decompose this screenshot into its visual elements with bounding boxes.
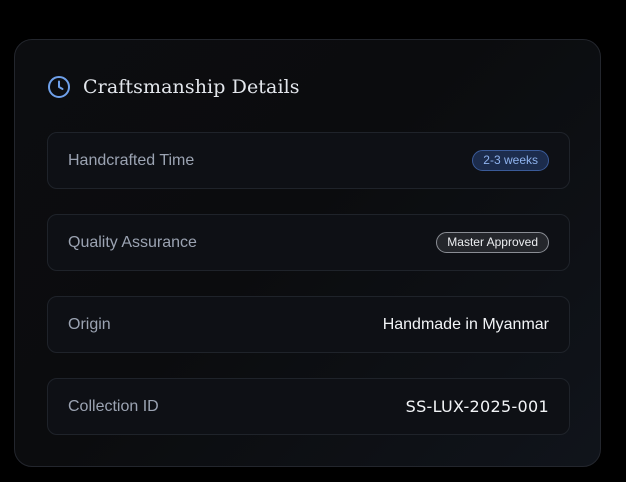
row-label: Origin (68, 315, 111, 333)
time-badge: 2-3 weeks (472, 150, 549, 171)
row-label: Handcrafted Time (68, 151, 195, 169)
detail-row-collection-id: Collection ID SS-LUX-2025-001 (47, 378, 570, 435)
card-title: Craftsmanship Details (83, 76, 300, 98)
origin-value: Handmade in Myanmar (382, 315, 549, 333)
detail-row-quality-assurance: Quality Assurance Master Approved (47, 214, 570, 271)
detail-row-origin: Origin Handmade in Myanmar (47, 296, 570, 353)
clock-icon (47, 75, 71, 99)
card-header: Craftsmanship Details (47, 74, 300, 100)
craftsmanship-details-card: Craftsmanship Details Handcrafted Time 2… (14, 39, 601, 467)
row-label: Collection ID (68, 397, 159, 415)
row-label: Quality Assurance (68, 233, 197, 251)
approval-badge: Master Approved (436, 232, 549, 253)
collection-id-value: SS-LUX-2025-001 (405, 397, 549, 416)
detail-row-handcrafted-time: Handcrafted Time 2-3 weeks (47, 132, 570, 189)
